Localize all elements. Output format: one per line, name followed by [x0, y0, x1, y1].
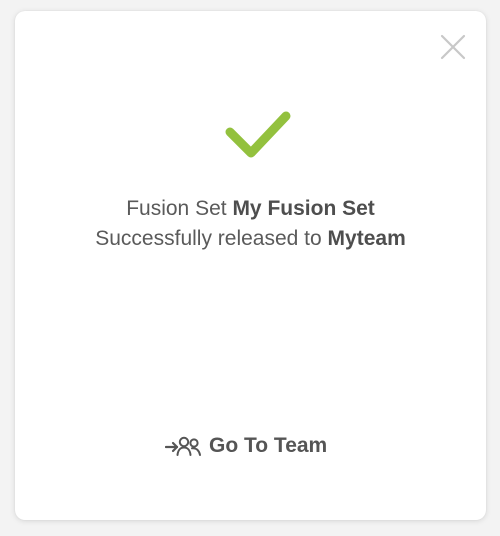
- message-line-2: Successfully released to Myteam: [15, 224, 486, 254]
- close-button[interactable]: [440, 34, 466, 60]
- go-to-team-label: Go To Team: [209, 434, 328, 457]
- message-line-1: Fusion Set My Fusion Set: [15, 194, 486, 224]
- release-success-dialog: Fusion Set My Fusion Set Successfully re…: [15, 11, 486, 520]
- go-to-team-icon: [165, 436, 201, 456]
- checkmark-icon: [225, 111, 291, 158]
- close-icon: [440, 34, 466, 60]
- fusion-set-prefix: Fusion Set: [126, 197, 227, 220]
- go-to-team-button[interactable]: Go To Team: [165, 431, 327, 461]
- fusion-set-name: My Fusion Set: [232, 197, 375, 220]
- team-name: Myteam: [327, 227, 406, 250]
- success-message: Fusion Set My Fusion Set Successfully re…: [15, 194, 486, 254]
- released-prefix: Successfully released to: [95, 227, 322, 250]
